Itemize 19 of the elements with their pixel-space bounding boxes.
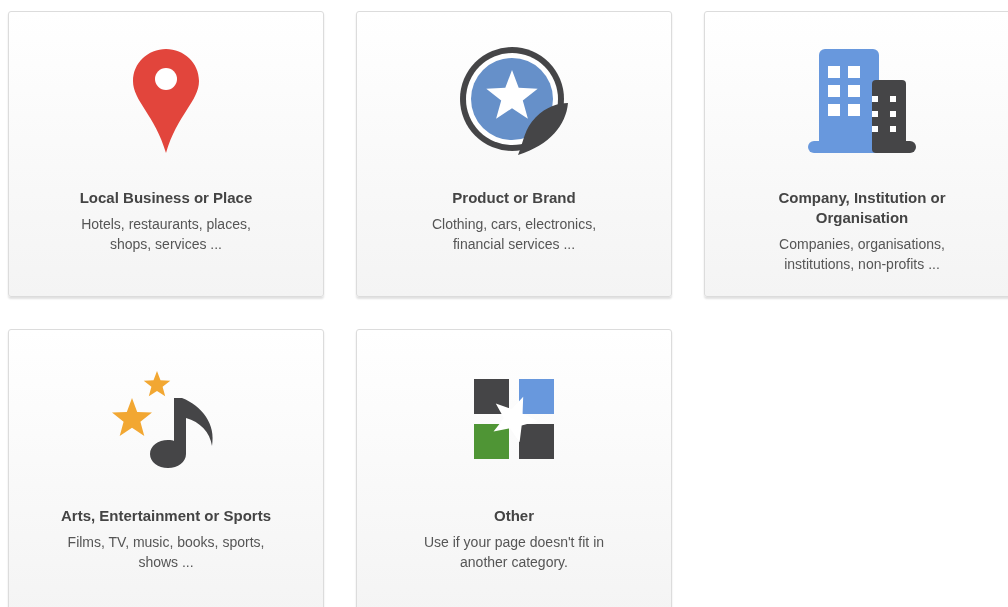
category-description: Films, TV, music, books, sports, shows ... (67, 533, 265, 572)
star-sticker-icon (458, 45, 570, 157)
category-title: Other (494, 506, 534, 526)
map-pin-icon (133, 49, 199, 153)
category-card[interactable]: Local Business or Place Hotels, restaurants, places, shops, services ... (8, 11, 324, 297)
category-card[interactable]: Other Use if your page doesn't fit in another category. (356, 329, 672, 607)
category-description: Companies, organisations, institutions, non-profits ... (779, 235, 945, 274)
category-title: Local Business or Place (79, 188, 253, 208)
buildings-icon (808, 49, 916, 153)
category-title: Product or Brand (452, 188, 576, 208)
puzzle-squares-icon (474, 379, 554, 459)
category-title: Company, Institution or Organisation (778, 188, 946, 228)
category-title: Arts, Entertainment or Sports (61, 506, 271, 526)
category-description: Hotels, restaurants, places, shops, services ... (81, 215, 251, 254)
category-card[interactable]: Company, Institution or Organisation Companies, organisations, institutions, non-profits ... (704, 11, 1008, 297)
category-card[interactable]: Arts, Entertainment or Sports Films, TV, music, books, sports, shows ... (8, 329, 324, 607)
category-card[interactable]: Product or Brand Clothing, cars, electronics, financial services ... (356, 11, 672, 297)
category-description: Use if your page doesn't fit in another category. (423, 533, 605, 572)
category-description: Clothing, cars, electronics, financial services ... (431, 215, 597, 254)
